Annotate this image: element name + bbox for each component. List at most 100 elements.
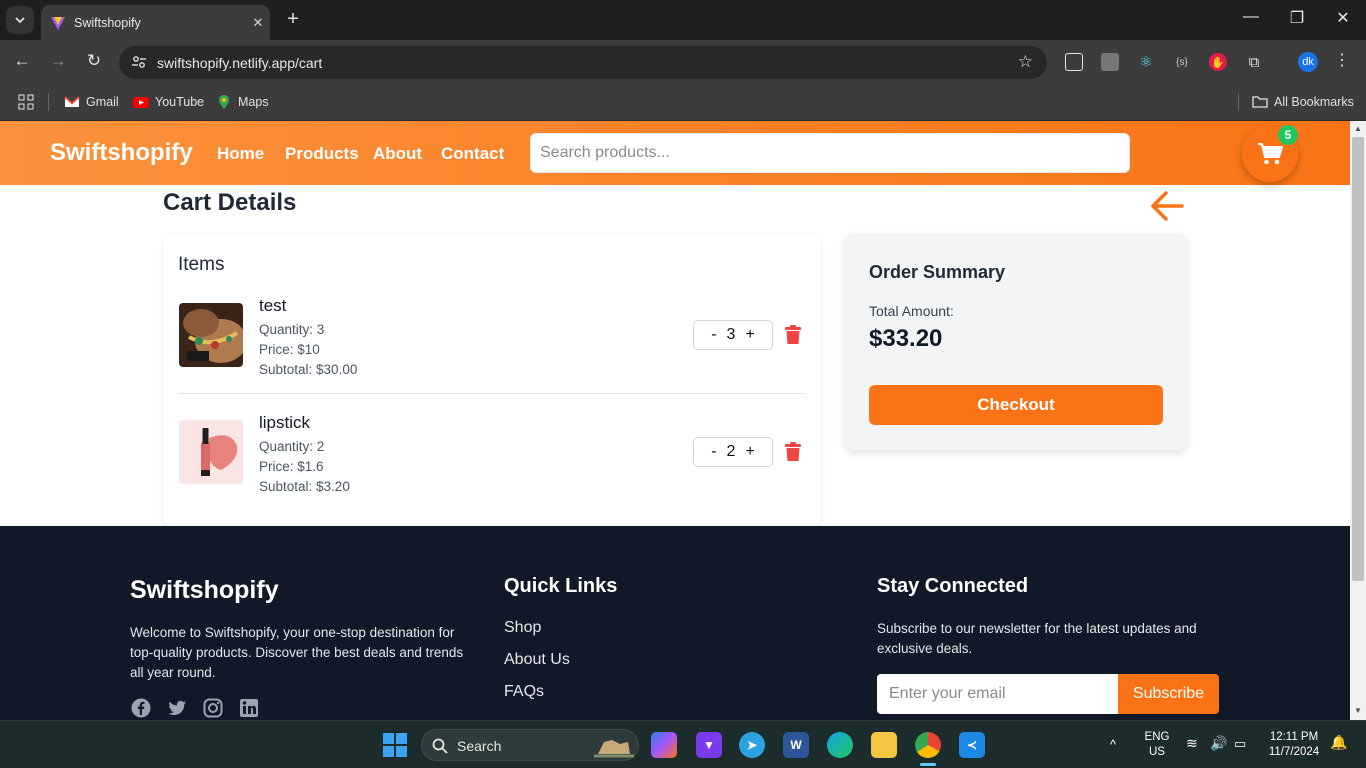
nav-home[interactable]: Home bbox=[217, 144, 264, 164]
language-indicator[interactable]: ENG US bbox=[1140, 730, 1174, 760]
bookmarks-bar: Gmail YouTube Maps All Bookmarks bbox=[0, 85, 1366, 121]
address-bar[interactable]: swiftshopify.netlify.app/cart ☆ bbox=[119, 46, 1047, 79]
windows-start-icon[interactable] bbox=[383, 733, 407, 757]
page-scrollbar[interactable]: ▲ ▼ bbox=[1350, 121, 1366, 720]
trash-icon[interactable] bbox=[785, 442, 801, 461]
json-viewer-icon[interactable]: {s} bbox=[1173, 53, 1191, 71]
footer-link-shop[interactable]: Shop bbox=[504, 619, 541, 637]
extension-icon[interactable] bbox=[1101, 53, 1119, 71]
footer-link-about-us[interactable]: About Us bbox=[504, 651, 570, 669]
battery-icon[interactable]: ▭ bbox=[1234, 736, 1246, 751]
cart-item: test Quantity: 3 Price: $10 Subtotal: $3… bbox=[178, 294, 806, 404]
increase-quantity-button[interactable]: + bbox=[745, 443, 754, 461]
bookmark-gmail[interactable]: Gmail bbox=[64, 94, 119, 110]
notification-bell-icon[interactable]: 🔔 bbox=[1330, 735, 1347, 750]
close-window-button[interactable]: ✕ bbox=[1320, 8, 1366, 28]
taskbar-search[interactable]: Search bbox=[421, 729, 639, 761]
tab-search-button[interactable] bbox=[6, 6, 34, 34]
product-image bbox=[179, 420, 243, 484]
clock-time: 12:11 PM bbox=[1269, 731, 1319, 743]
total-amount-label: Total Amount: bbox=[869, 303, 954, 319]
item-name: test bbox=[259, 296, 287, 315]
adblock-icon[interactable]: ✋ bbox=[1209, 53, 1227, 71]
brave-browser-icon[interactable]: ▼ bbox=[696, 732, 722, 758]
new-tab-button[interactable]: + bbox=[281, 8, 305, 31]
decrease-quantity-button[interactable]: - bbox=[711, 443, 716, 461]
language-primary: ENG bbox=[1144, 731, 1170, 743]
bookmark-youtube[interactable]: YouTube bbox=[133, 94, 204, 110]
reload-button[interactable]: ↻ bbox=[82, 51, 106, 71]
apps-grid-icon[interactable] bbox=[18, 94, 34, 110]
increase-quantity-button[interactable]: + bbox=[745, 326, 754, 344]
trash-icon[interactable] bbox=[785, 325, 801, 344]
copilot-icon[interactable] bbox=[651, 732, 677, 758]
site-info-icon[interactable] bbox=[131, 54, 147, 70]
forward-button[interactable]: → bbox=[46, 51, 70, 71]
back-arrow-icon[interactable] bbox=[1149, 189, 1185, 223]
browser-tab[interactable]: Swiftshopify ✕ bbox=[41, 5, 270, 40]
telegram-icon[interactable]: ➤ bbox=[739, 732, 765, 758]
tray-overflow-icon[interactable]: ^ bbox=[1110, 737, 1116, 752]
reading-mode-icon[interactable] bbox=[1065, 53, 1083, 71]
extensions-puzzle-icon[interactable]: ⧉ bbox=[1245, 53, 1263, 71]
volume-icon[interactable]: 🔊 bbox=[1210, 736, 1227, 751]
product-image bbox=[179, 303, 243, 367]
folder-icon bbox=[1252, 96, 1268, 108]
bookmark-separator bbox=[48, 93, 49, 111]
windows-taskbar: Search ▼ ➤ W ≺ ^ ENG US ≋ 🔊 ▭ 12:11 PM 1… bbox=[0, 720, 1366, 768]
item-subtotal: Subtotal: $30.00 bbox=[259, 362, 358, 377]
edge-icon[interactable] bbox=[827, 732, 853, 758]
linkedin-icon[interactable] bbox=[239, 698, 259, 718]
footer-brand: Swiftshopify bbox=[130, 576, 279, 604]
quantity-stepper: - 3 + bbox=[693, 320, 773, 350]
page-title: Cart Details bbox=[163, 189, 297, 216]
nav-products[interactable]: Products bbox=[285, 144, 359, 164]
clock-date: 11/7/2024 bbox=[1268, 746, 1320, 758]
instagram-icon[interactable] bbox=[203, 698, 223, 718]
browser-tab-bar: Swiftshopify ✕ + — ❐ ✕ bbox=[0, 0, 1366, 40]
product-search-input[interactable] bbox=[530, 133, 1130, 173]
word-icon[interactable]: W bbox=[783, 732, 809, 758]
bookmark-maps[interactable]: Maps bbox=[216, 94, 269, 110]
active-app-indicator bbox=[920, 763, 936, 766]
item-subtotal: Subtotal: $3.20 bbox=[259, 479, 350, 494]
clock[interactable]: 12:11 PM 11/7/2024 bbox=[1262, 730, 1326, 760]
site-logo[interactable]: Swiftshopify bbox=[50, 139, 193, 167]
total-amount-value: $33.20 bbox=[869, 325, 943, 352]
decrease-quantity-button[interactable]: - bbox=[711, 326, 716, 344]
search-highlight-icon bbox=[594, 740, 634, 758]
nav-about[interactable]: About bbox=[373, 144, 422, 164]
item-quantity: Quantity: 3 bbox=[259, 322, 325, 337]
twitter-icon[interactable] bbox=[167, 698, 187, 718]
back-button[interactable]: ← bbox=[10, 51, 34, 71]
wifi-icon[interactable]: ≋ bbox=[1186, 736, 1198, 751]
browser-menu-icon[interactable]: ⋮ bbox=[1334, 50, 1350, 70]
scrollbar-thumb[interactable] bbox=[1352, 137, 1364, 581]
footer-link-faqs[interactable]: FAQs bbox=[504, 683, 544, 701]
react-devtools-icon[interactable]: ⚛ bbox=[1137, 53, 1155, 71]
shopping-cart-icon bbox=[1258, 143, 1283, 165]
facebook-icon[interactable] bbox=[131, 698, 151, 718]
bookmark-label: YouTube bbox=[155, 95, 205, 109]
scroll-down-icon[interactable]: ▼ bbox=[1350, 706, 1366, 715]
subscribe-button[interactable]: Subscribe bbox=[1118, 674, 1219, 714]
restore-button[interactable]: ❐ bbox=[1274, 8, 1320, 28]
vscode-icon[interactable]: ≺ bbox=[959, 732, 985, 758]
file-explorer-icon[interactable] bbox=[871, 732, 897, 758]
minimize-button[interactable]: — bbox=[1228, 8, 1274, 26]
all-bookmarks-button[interactable]: All Bookmarks bbox=[1252, 94, 1354, 110]
language-secondary: US bbox=[1149, 746, 1165, 758]
checkout-button[interactable]: Checkout bbox=[869, 385, 1163, 425]
bookmark-star-icon[interactable]: ☆ bbox=[1018, 52, 1033, 72]
footer-about-text: Welcome to Swiftshopify, your one-stop d… bbox=[130, 625, 464, 680]
nav-contact[interactable]: Contact bbox=[441, 144, 504, 164]
tab-close-icon[interactable]: ✕ bbox=[246, 15, 270, 31]
chrome-icon[interactable] bbox=[915, 732, 941, 758]
chevron-down-icon bbox=[15, 17, 25, 24]
profile-avatar[interactable]: dk bbox=[1298, 52, 1318, 72]
newsletter-email-input[interactable] bbox=[877, 674, 1118, 714]
scroll-up-icon[interactable]: ▲ bbox=[1350, 124, 1366, 133]
quick-links-heading: Quick Links bbox=[504, 575, 618, 597]
item-divider bbox=[178, 393, 805, 394]
items-heading: Items bbox=[178, 254, 225, 275]
